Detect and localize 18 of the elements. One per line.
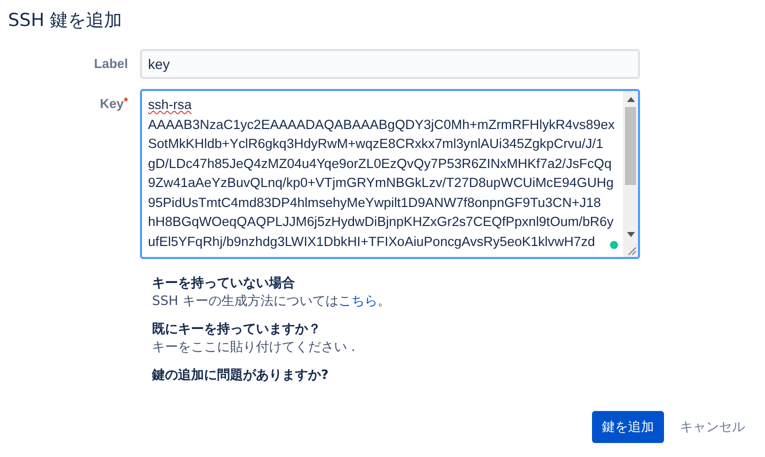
help-link[interactable]: こちら bbox=[338, 294, 378, 309]
key-text-area[interactable]: ssh-rsa AAAAB3NzaC1yc2EAAAADAQABAAABgQDY3jC0Mh+mZrmRFHlykR4vs89ex SotMkKHldb+YclR6gkq3HdyRwM+wqzE8CRxkx7ml3ynlAUi345ZgkpCrvu/J/1 gD/LDc47h85JeQ4zMZ04u4Yqe9orZL0EzQvQy7P53R6ZINxMHKf7a2/JsFcQq 9Zw41aAeYzBuvQLnq/kp0+VTjmGRYmNBGkLzv/T27D8upWCUiMcE94GUHg 95PidUsTmtC4md83DP4hlmsehyMeYwpilt1D9ANW7f8onpnGF9Tu3CN+J18 hH8BGqWOeqQAQPLJJM6j5zHydwDiBjnpKHZxGr2s7CEQfPpxnl9tOum/bR6y ufEl5YFqRhj/b9nzhdg3LWIX1DbkHI+TFIXoAiuPoncgAvsRy5eoK1klvwH7zd bbox=[140, 89, 640, 259]
scroll-up-icon[interactable] bbox=[626, 97, 634, 102]
required-mark: * bbox=[124, 96, 128, 108]
add-key-button[interactable]: 鍵を追加 bbox=[592, 411, 664, 443]
status-dot-icon bbox=[610, 241, 618, 249]
label-input-field[interactable]: key bbox=[140, 49, 640, 79]
help-heading: キーを持っていない場合 bbox=[152, 275, 296, 293]
cancel-button[interactable]: キャンセル bbox=[670, 411, 755, 443]
help-heading: 既にキーを持っていますか？ bbox=[152, 321, 322, 339]
scroll-down-icon[interactable] bbox=[626, 232, 634, 237]
field-label: Label bbox=[93, 55, 129, 71]
help-text: キーをここに貼り付けてください . bbox=[152, 339, 356, 357]
dialog-title: SSH 鍵を追加 bbox=[7, 9, 124, 32]
field-label: Key bbox=[100, 96, 124, 111]
help-text: SSH キーの生成方法についてはこちら。 bbox=[152, 293, 392, 311]
scrollbar[interactable] bbox=[623, 91, 638, 257]
help-heading: 鍵の追加に問題がありますか? bbox=[152, 367, 330, 385]
